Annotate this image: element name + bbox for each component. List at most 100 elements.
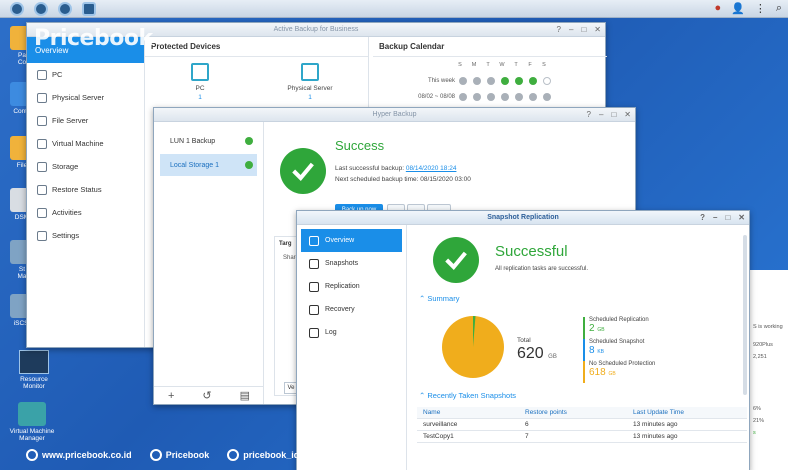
legend-unit: GB: [597, 327, 605, 333]
search-icon[interactable]: ⌕: [776, 2, 782, 15]
recent-section-toggle[interactable]: ⌃ Recently Taken Snapshots: [419, 391, 516, 400]
calendar-days: SMTWTFS: [457, 62, 547, 68]
calendar-dot[interactable]: [501, 93, 509, 101]
abb-nav-file-server[interactable]: File Server: [27, 109, 144, 132]
legend-value: 618 GB: [589, 367, 655, 378]
taskbar-app-icon[interactable]: [34, 1, 48, 16]
close-icon[interactable]: ✕: [594, 25, 601, 34]
backup-calendar-panel: Backup Calendar S M T W T F S This week 08/02 ~…: [373, 37, 607, 117]
table-cell: 6: [525, 421, 529, 428]
table-cell: surveillance: [423, 421, 458, 428]
maximize-icon[interactable]: □: [581, 25, 586, 34]
abb-nav-activities[interactable]: Activities: [27, 201, 144, 224]
device-physical-server[interactable]: Physical Server 1: [265, 63, 355, 101]
status-line: 21%: [753, 418, 765, 424]
snapshot-replication-window: Snapshot Replication ? – □ ✕ Overview Sna…: [296, 210, 750, 470]
minimize-icon[interactable]: –: [713, 213, 717, 222]
abb-nav-physical-server[interactable]: Physical Server: [27, 86, 144, 109]
web-icon: [26, 449, 38, 461]
total-number: 620: [517, 345, 544, 362]
taskbar-app-icon[interactable]: [82, 1, 96, 16]
close-icon[interactable]: ✕: [738, 213, 745, 222]
calendar-dot[interactable]: [515, 77, 523, 85]
nav-icon: [37, 115, 47, 126]
table-row[interactable]: surveillance 6 13 minutes ago: [417, 419, 747, 431]
table-row[interactable]: TestCopy1 7 13 minutes ago: [417, 431, 747, 443]
col-last-update[interactable]: Last Update Time: [633, 409, 743, 416]
abb-nav-pc[interactable]: PC: [27, 63, 144, 86]
calendar-dot[interactable]: [459, 93, 467, 101]
calendar-dot[interactable]: [487, 77, 495, 85]
help-icon[interactable]: ?: [700, 213, 705, 222]
abb-nav-overview[interactable]: Overview: [27, 37, 144, 63]
nav-icon: [37, 92, 47, 103]
maximize-icon[interactable]: □: [611, 110, 616, 119]
hb-titlebar[interactable]: Hyper Backup ? – □ ✕: [154, 108, 635, 122]
device-pc[interactable]: PC 1: [155, 63, 245, 101]
last-backup-link[interactable]: 08/14/2020 18:24: [406, 165, 457, 172]
nav-label: Activities: [52, 208, 82, 217]
calendar-dot[interactable]: [501, 77, 509, 85]
legend-value: 2 GB: [589, 323, 649, 334]
summary-section-toggle[interactable]: ⌃ Summary: [419, 294, 459, 303]
total-value: 620 GB: [517, 345, 557, 363]
calendar-dot[interactable]: [543, 93, 551, 101]
hb-task-item[interactable]: LUN 1 Backup: [160, 130, 257, 152]
maximize-icon[interactable]: □: [725, 213, 730, 222]
sr-titlebar[interactable]: Snapshot Replication ? – □ ✕: [297, 211, 749, 225]
minimize-icon[interactable]: –: [569, 25, 573, 34]
calendar-dot[interactable]: [515, 93, 523, 101]
nav-label: Storage: [52, 162, 79, 171]
nav-icon: [37, 230, 47, 241]
legend-number: 2: [589, 323, 595, 334]
task-success-icon: [245, 161, 253, 169]
instagram-icon: [227, 449, 240, 461]
vm-manager-desktop-icon[interactable]: Virtual Machine Manager: [0, 402, 64, 442]
notification-icon[interactable]: ●: [714, 2, 721, 15]
legend-number: 618: [589, 367, 606, 378]
calendar-dot[interactable]: [529, 77, 537, 85]
add-icon[interactable]: +: [168, 390, 174, 402]
calendar-dot[interactable]: [543, 77, 551, 85]
status-line: s: [753, 430, 756, 436]
table-cell: 13 minutes ago: [633, 433, 678, 440]
minimize-icon[interactable]: –: [599, 110, 603, 119]
footer-item: www.pricebook.co.id: [26, 449, 132, 461]
help-icon[interactable]: ?: [587, 110, 591, 119]
sr-nav-replication[interactable]: Replication: [301, 275, 402, 298]
col-name[interactable]: Name: [417, 409, 525, 416]
success-check-icon: [433, 237, 479, 283]
taskbar-app-icon[interactable]: [58, 1, 72, 16]
calendar-dot[interactable]: [473, 93, 481, 101]
legend-item: Scheduled Snapshot 8 KB: [583, 339, 644, 361]
options-icon[interactable]: ⋮: [755, 2, 766, 15]
col-restore-points[interactable]: Restore points: [525, 409, 633, 416]
calendar-dot[interactable]: [473, 77, 481, 85]
calendar-dot[interactable]: [487, 93, 495, 101]
help-icon[interactable]: ?: [557, 25, 561, 34]
user-icon[interactable]: 👤: [731, 2, 745, 15]
log-icon[interactable]: ▤: [240, 389, 250, 402]
hb-details: Last successful backup: 08/14/2020 18:24…: [335, 163, 471, 185]
calendar-dot[interactable]: [459, 77, 467, 85]
resource-monitor-desktop-icon[interactable]: Resource Monitor: [2, 350, 66, 390]
abb-nav-settings[interactable]: Settings: [27, 224, 144, 247]
abb-titlebar[interactable]: Active Backup for Business ? – □ ✕: [27, 23, 605, 37]
sr-nav-log[interactable]: Log: [301, 321, 402, 344]
abb-nav-restore-status[interactable]: Restore Status: [27, 178, 144, 201]
hb-task-item[interactable]: Local Storage 1: [160, 154, 257, 176]
sr-scrollbar[interactable]: [743, 235, 747, 395]
abb-nav-virtual-machine[interactable]: Virtual Machine: [27, 132, 144, 155]
calendar-dot[interactable]: [529, 93, 537, 101]
nav-label: Virtual Machine: [52, 139, 104, 148]
taskbar-app-icon[interactable]: [10, 1, 24, 16]
sr-nav-snapshots[interactable]: Snapshots: [301, 252, 402, 275]
sr-nav-overview[interactable]: Overview: [301, 229, 402, 252]
restore-icon[interactable]: ↺: [202, 389, 211, 402]
close-icon[interactable]: ✕: [624, 110, 631, 119]
abb-nav-storage[interactable]: Storage: [27, 155, 144, 178]
calendar-day: T: [514, 62, 518, 68]
sr-nav-recovery[interactable]: Recovery: [301, 298, 402, 321]
total-unit: GB: [548, 354, 557, 360]
status-line: 6%: [753, 406, 761, 412]
